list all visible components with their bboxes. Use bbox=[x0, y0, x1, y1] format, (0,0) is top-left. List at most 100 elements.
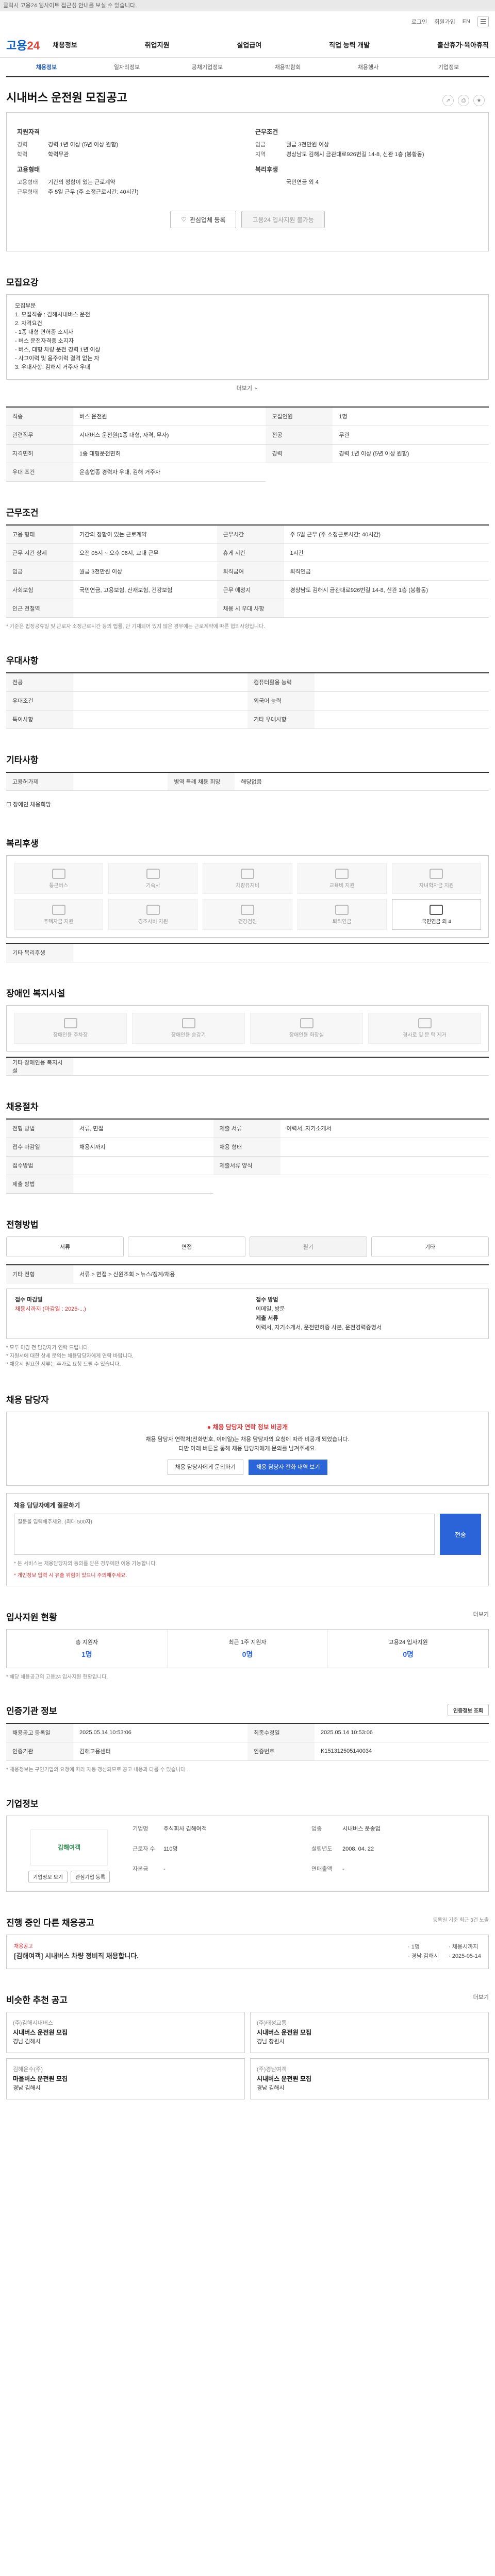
site-logo[interactable]: 고용24 bbox=[6, 37, 53, 53]
ask-contact-button[interactable]: 채용 담당자에게 문의하기 bbox=[167, 1460, 243, 1475]
company-row: 자본금 - bbox=[133, 1865, 301, 1883]
disability-icon bbox=[300, 1018, 314, 1028]
share-icon[interactable]: ↗ bbox=[442, 95, 454, 106]
recommend-title: 시내버스 운전원 모집 bbox=[257, 2028, 312, 2036]
company-info-button[interactable]: 기업정보 보기 bbox=[28, 1870, 68, 1883]
subnav-item-3[interactable]: 채용박람회 bbox=[248, 63, 328, 71]
login-link[interactable]: 로그인 bbox=[411, 18, 427, 26]
welfare-heading: 복리후생 bbox=[255, 166, 278, 173]
work-table: 고용 형태 기간의 정함이 있는 근로계약 근무시간 주 5일 근무 (주 소정근로시… bbox=[6, 524, 489, 618]
table-value bbox=[315, 673, 489, 692]
question-title: 채용 담당자에게 질문하기 bbox=[14, 1502, 80, 1509]
table-label: 고용 형태 bbox=[6, 524, 73, 544]
gnb-item-3[interactable]: 직업 능력 개발 bbox=[329, 40, 370, 49]
table-row: 고용 형태 기간의 정함이 있는 근로계약 근무시간 주 5일 근무 (주 소정근로시… bbox=[6, 524, 489, 544]
table-value: 1시간 bbox=[284, 543, 489, 562]
summary-left-value: 학력무관 bbox=[48, 151, 69, 158]
summary-left2-value: 주 5일 근무 (주 소정근로시간: 40시간) bbox=[48, 189, 139, 195]
welfare-label: 국민연금 외 4 bbox=[421, 919, 451, 925]
duty-more-button[interactable]: 더보기 ⌄ bbox=[6, 384, 489, 392]
subnav-item-2[interactable]: 공채기업정보 bbox=[167, 63, 248, 71]
welfare-label: 기숙사 bbox=[145, 883, 160, 889]
sub-nav: 채용정보 일자리정보 공채기업정보 채용박람회 채용행사 기업정보 bbox=[6, 58, 489, 77]
table-value bbox=[280, 1138, 489, 1157]
method-tab[interactable]: 면접 bbox=[128, 1236, 245, 1257]
utility-bar: 로그인 회원가입 EN bbox=[0, 11, 495, 32]
table-row: 관련직무 시내버스 운전원(1종 대형, 자격, 무사) 전공 무관 bbox=[6, 426, 489, 445]
table-value bbox=[73, 673, 248, 692]
deadline-notes: * 모두 마감 전 담당자가 연락 드립니다. * 지원서에 대한 상세 문의는… bbox=[6, 1345, 134, 1367]
summary-right-row: 지역 경상남도 김해시 금관대로926번길 14-8, 신관 1층 (봉황동) bbox=[255, 150, 478, 160]
welfare-etc-label: 기타 복리후생 bbox=[6, 943, 73, 962]
apply-method-value: 이메일, 방문 bbox=[256, 1306, 285, 1312]
table-label: 자격면허 bbox=[6, 444, 73, 463]
recommend-more-link[interactable]: 더보기 bbox=[473, 1993, 489, 2006]
method-info-value: 서류 > 면접 > 신원조회 > 뉴스/징계/채용 bbox=[73, 1264, 489, 1283]
gnb-item-2[interactable]: 실업급여 bbox=[237, 40, 261, 49]
apply-disabled-button[interactable]: 고용24 입사지원 불가능 bbox=[241, 211, 325, 228]
interest-company-small-button[interactable]: 관심기업 등록 bbox=[71, 1870, 110, 1883]
welfare-item: 경조사비 지원 bbox=[108, 899, 198, 930]
table-label: 채용 시 우대 사항 bbox=[217, 599, 284, 618]
recommend-location: 경남 김해시 bbox=[13, 2084, 41, 2091]
other-job-label: 채용공고 bbox=[14, 1943, 33, 1950]
bookmark-icon[interactable]: ★ bbox=[473, 95, 485, 106]
skip-notice[interactable]: 클릭시 고용24 웹사이트 접근성 안내를 보실 수 있습니다. bbox=[0, 0, 495, 11]
disability-grid: 장애인용 주차장 장애인용 승강기 장애인용 화장실 경사로 및 문 턱 제거 bbox=[6, 1005, 489, 1052]
table-value: 1종 대형운전면허 bbox=[73, 444, 266, 463]
other-job-item[interactable]: 채용공고 [김해여객] 시내버스 차량 정비직 채용합니다. · 1명 · 채용시… bbox=[6, 1934, 489, 1969]
method-tab[interactable]: 기타 bbox=[371, 1236, 489, 1257]
method-tab[interactable]: 필기 bbox=[250, 1236, 367, 1257]
subnav-item-1[interactable]: 일자리정보 bbox=[87, 63, 167, 71]
recommend-item[interactable]: (주)태성교통 시내버스 운전원 모집 경남 창원시 bbox=[250, 2011, 489, 2053]
send-button[interactable]: 전송 bbox=[440, 1514, 481, 1555]
gnb-item-4[interactable]: 출산휴가·육아휴직 bbox=[437, 40, 489, 49]
recommend-item[interactable]: (주)경남여객 시내버스 운전원 모집 경남 김해시 bbox=[250, 2058, 489, 2099]
table-label: 채용공고 등록일 bbox=[6, 1723, 73, 1742]
recommend-item[interactable]: (주)김해시내버스 시내버스 운전원 모집 경남 김해시 bbox=[6, 2011, 245, 2053]
certificate-button[interactable]: 인증정보 조회 bbox=[448, 1704, 489, 1716]
welfare-item: 자녀학자금 지원 bbox=[391, 863, 481, 894]
company-value: 주식회사 김해여객 bbox=[163, 1825, 207, 1832]
recommend-item[interactable]: 김해운수(주) 마을버스 운전원 모집 경남 김해시 bbox=[6, 2058, 245, 2099]
table-row: 인증기관 김해고용센터 인증번호 K151312505140034 bbox=[6, 1742, 489, 1761]
table-label: 병역 특례 채용 희망 bbox=[168, 772, 235, 791]
menu-icon[interactable] bbox=[477, 16, 489, 27]
subnav-item-0[interactable]: 채용정보 bbox=[6, 63, 87, 71]
stats-box: 총 지원자 1명 최근 1주 지원자 0명 고용24 입사지원 0명 bbox=[6, 1629, 489, 1668]
recommend-title: 마을버스 운전원 모집 bbox=[13, 2075, 68, 2082]
print-icon[interactable]: ⎙ bbox=[458, 95, 469, 106]
table-value: 이력서, 자기소개서 bbox=[280, 1119, 489, 1138]
subnav-item-4[interactable]: 채용행사 bbox=[328, 63, 408, 71]
page-title: 시내버스 운전원 모집공고 bbox=[6, 91, 127, 104]
checkbox-icon[interactable]: ☐ bbox=[6, 802, 11, 808]
disability-item: 장애인용 주차장 bbox=[14, 1012, 127, 1044]
submit-docs-value: 이력서, 자기소개서, 운전면허증 사본, 운전경력증명서 bbox=[256, 1325, 382, 1331]
language-link[interactable]: EN bbox=[463, 19, 470, 25]
subnav-item-5[interactable]: 기업정보 bbox=[408, 63, 489, 71]
summary-left-key: 경력 bbox=[17, 142, 28, 148]
question-input[interactable] bbox=[14, 1514, 435, 1555]
summary-left2-value: 기간의 정함이 있는 근로계약 bbox=[48, 179, 116, 185]
duty-heading: 모집요강 bbox=[6, 278, 39, 287]
interest-company-button[interactable]: ♡ 관심업체 등록 bbox=[170, 211, 237, 228]
table-label: 인근 전철역 bbox=[6, 599, 73, 618]
join-link[interactable]: 회원가입 bbox=[434, 18, 455, 26]
recommend-company: (주)김해시내버스 bbox=[13, 2020, 54, 2026]
company-value: 시내버스 운송업 bbox=[342, 1825, 381, 1832]
gnb-item-1[interactable]: 취업지원 bbox=[145, 40, 170, 49]
screen-heading: 채용절차 bbox=[6, 1102, 39, 1112]
summary-left-row: 학력 학력무관 bbox=[17, 150, 240, 160]
table-row: 우대 조건 운송업종 경력자 우대, 김해 거주자 bbox=[6, 463, 489, 482]
table-value: 오전 05시 ~ 오후 06시, 교대 근무 bbox=[73, 543, 217, 562]
method-tab[interactable]: 서류 bbox=[6, 1236, 124, 1257]
summary-right-key: 임금 bbox=[255, 142, 266, 148]
welfare-item: 통근버스 bbox=[14, 863, 104, 894]
table-label: 퇴직급여 bbox=[217, 562, 284, 581]
call-history-button[interactable]: 채용 담당자 전화 내역 보기 bbox=[248, 1460, 328, 1475]
company-key: 기업명 bbox=[133, 1825, 148, 1832]
gnb-item-0[interactable]: 채용정보 bbox=[53, 40, 77, 49]
summary-left2-row: 근무형태 주 5일 근무 (주 소정근로시간: 40시간) bbox=[17, 188, 240, 197]
stats-more-link[interactable]: 더보기 bbox=[473, 1610, 489, 1623]
table-label: 경력 bbox=[266, 444, 333, 463]
